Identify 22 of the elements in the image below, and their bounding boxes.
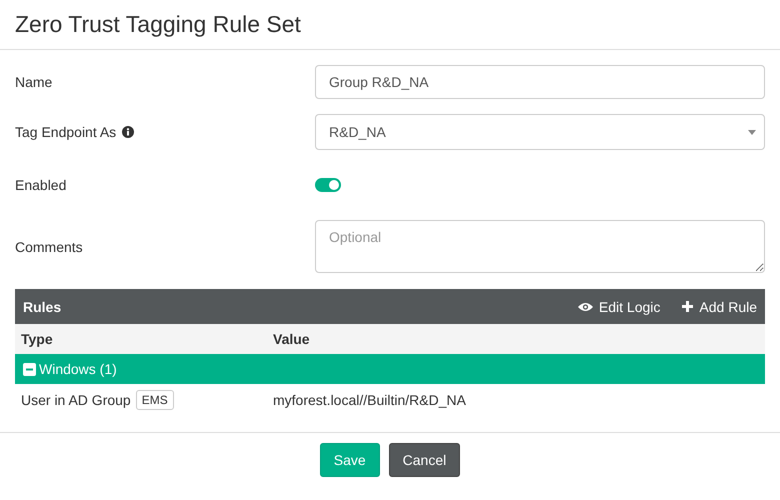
field-label: Enabled	[15, 177, 66, 193]
column-header: Value	[273, 331, 310, 347]
section-title: Rules	[23, 298, 62, 314]
table-cell: myforest.local//Builtin/R&D_NA	[273, 392, 466, 408]
cancel-button[interactable]: Cancel	[388, 443, 460, 477]
name-field[interactable]: Group R&D_NA	[315, 65, 765, 99]
column-header: Type	[20, 331, 54, 347]
table-cell: User in AD Group	[21, 392, 131, 408]
field-label: Name	[15, 74, 52, 90]
eye-icon	[578, 302, 593, 312]
add-rule-link[interactable]: Add Rule	[682, 298, 757, 314]
edit-logic-link[interactable]: Edit Logic	[578, 298, 660, 314]
group-label: Windows (1)	[39, 361, 117, 377]
field-label: Tag Endpoint As	[15, 124, 116, 140]
enabled-toggle[interactable]	[315, 178, 341, 192]
tag-dropdown[interactable]: R&D_NA	[315, 114, 765, 150]
page-title: Zero Trust Tagging Rule Set	[15, 10, 301, 39]
comments-field[interactable]: Optional	[315, 220, 765, 273]
field-label: Comments	[15, 238, 83, 254]
tag-badge: EMS	[136, 390, 174, 410]
plus-icon	[682, 301, 694, 312]
caret-icon	[748, 130, 756, 134]
